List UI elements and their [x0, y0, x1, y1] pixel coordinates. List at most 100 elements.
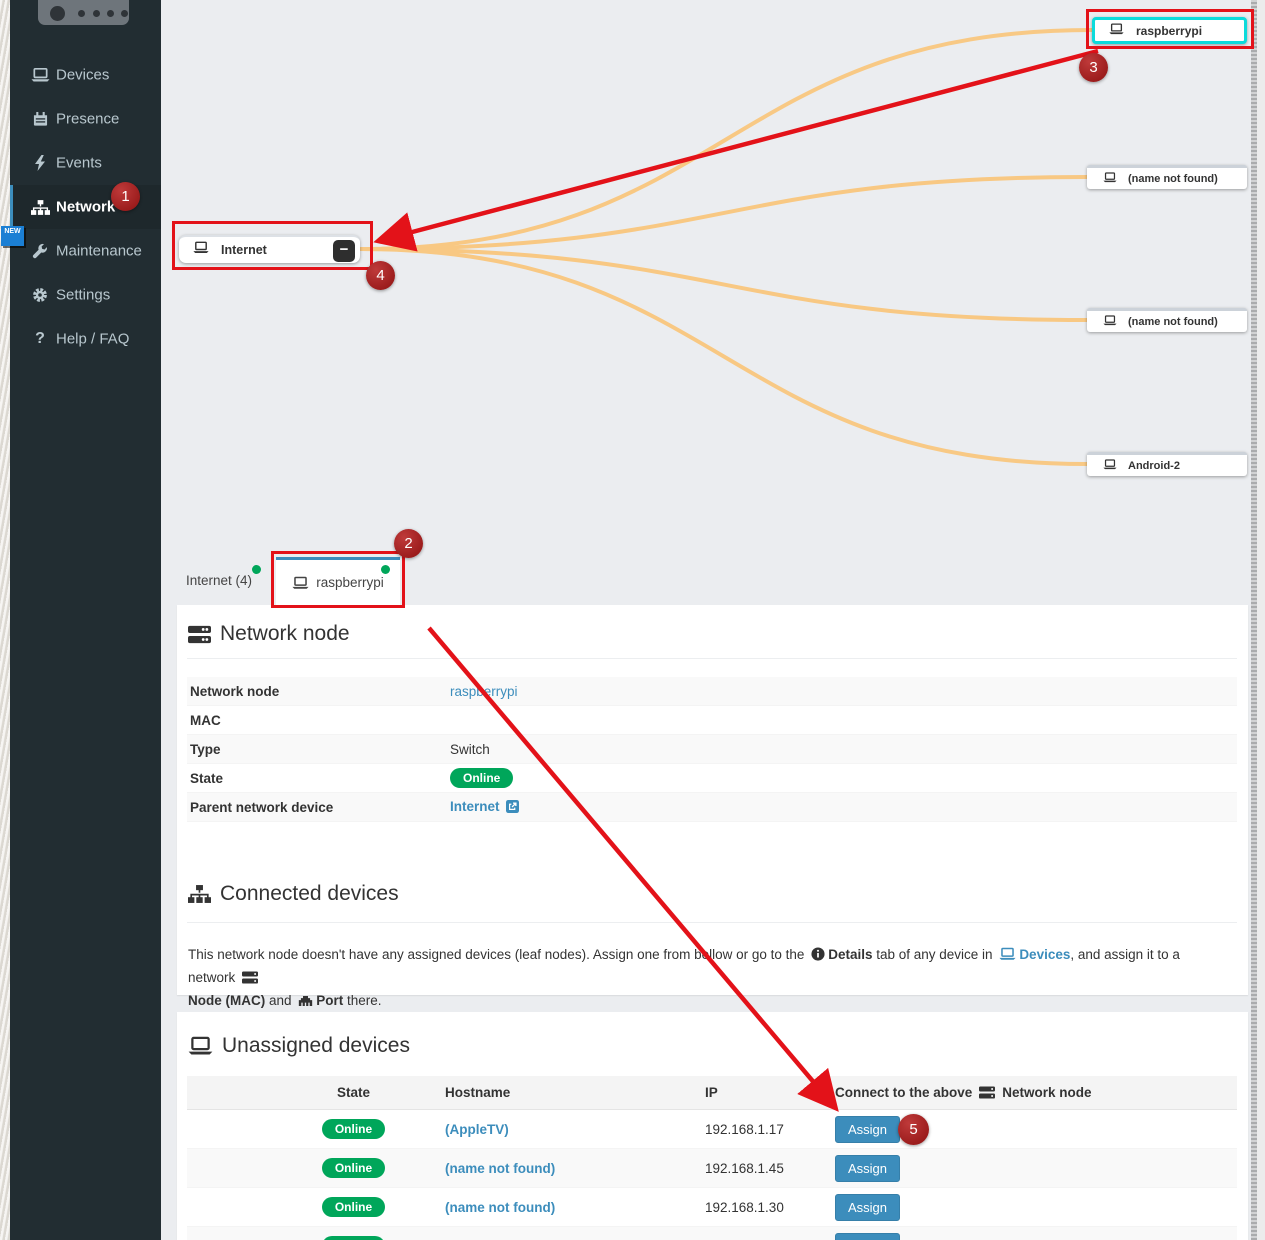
unassigned-devices-heading: Unassigned devices	[188, 1034, 410, 1058]
section-title: Network node	[220, 622, 350, 646]
logo-dot	[107, 10, 114, 17]
laptop-icon	[1103, 170, 1117, 188]
section-title: Connected devices	[220, 882, 399, 906]
logo-dot	[121, 10, 128, 17]
laptop-icon	[188, 1036, 213, 1056]
sidebar-item-maintenance[interactable]: Maintenance	[10, 229, 161, 273]
laptop-icon	[999, 946, 1016, 967]
sidebar-item-help[interactable]: ? Help / FAQ	[10, 317, 161, 361]
new-feature-badge: NEW	[1, 226, 24, 246]
detail-row: State Online	[187, 764, 1237, 793]
laptop-icon	[1103, 313, 1117, 331]
connected-devices-heading: Connected devices	[188, 882, 399, 906]
status-badge: Online	[322, 1197, 385, 1217]
sidebar-item-label: Settings	[56, 287, 110, 304]
no-assigned-devices-text: This network node doesn't have any assig…	[188, 944, 1218, 1013]
sidebar-item-label: Devices	[56, 67, 109, 84]
hostname-link[interactable]: (AppleTV)	[445, 1122, 509, 1137]
external-link-icon[interactable]	[506, 800, 519, 816]
detail-label: Network node	[187, 684, 450, 699]
online-dot	[252, 565, 261, 574]
table-row: Online (name not found) 192.168.1.57 Ass…	[187, 1227, 1237, 1240]
ethernet-port-icon	[298, 992, 313, 1013]
divider	[187, 658, 1237, 659]
col-connect: Connect to the above Network node	[835, 1085, 1237, 1100]
wrench-icon	[30, 242, 50, 260]
status-badge: Online	[322, 1119, 385, 1139]
node-raspberrypi[interactable]: raspberrypi	[1092, 17, 1247, 44]
node-label: Internet	[221, 243, 267, 257]
laptop-icon	[1109, 22, 1124, 40]
node-name-not-found-2[interactable]: (name not found)	[1087, 308, 1247, 332]
assign-button[interactable]: Assign	[835, 1155, 900, 1182]
tab-label: raspberrypi	[316, 575, 384, 590]
network-node-heading: Network node	[188, 622, 350, 646]
server-icon	[979, 1086, 995, 1099]
sidebar-item-presence[interactable]: Presence	[10, 97, 161, 141]
laptop-icon	[292, 576, 309, 590]
detail-label: Parent network device	[187, 800, 450, 815]
node-label: raspberrypi	[1136, 24, 1202, 38]
table-header: State Hostname IP Connect to the above N…	[187, 1076, 1237, 1110]
network-node-panel: Network node Network node raspberrypi MA…	[177, 605, 1248, 995]
status-badge: Online	[322, 1158, 385, 1178]
sidebar-item-devices[interactable]: Devices	[10, 53, 161, 97]
annotation-step-3: 3	[1079, 53, 1108, 82]
node-mac-label: Node (MAC)	[188, 993, 265, 1008]
detail-label: MAC	[187, 713, 450, 728]
detail-label: Type	[187, 742, 450, 757]
col-state: State	[187, 1085, 445, 1100]
detail-value: Switch	[450, 742, 1237, 757]
node-android-2[interactable]: Android-2	[1087, 452, 1247, 476]
sidebar-item-events[interactable]: Events	[10, 141, 161, 185]
node-link[interactable]: raspberrypi	[450, 684, 518, 699]
assign-button[interactable]: Assign	[835, 1233, 900, 1240]
devices-link[interactable]: Devices	[1019, 947, 1070, 962]
text: tab of any device in	[872, 947, 996, 962]
node-internet[interactable]: Internet −	[179, 235, 360, 263]
node-label: (name not found)	[1128, 173, 1218, 185]
text: there.	[343, 993, 381, 1008]
sitemap-icon	[30, 198, 50, 216]
col-ip: IP	[705, 1085, 835, 1100]
tab-internet[interactable]: Internet (4)	[186, 573, 252, 588]
ip-value: 192.168.1.30	[705, 1200, 835, 1215]
text: This network node doesn't have any assig…	[188, 947, 808, 962]
detail-row: Network node raspberrypi	[187, 677, 1237, 706]
parent-node-link[interactable]: Internet	[450, 799, 500, 814]
detail-row: Type Switch	[187, 735, 1237, 764]
section-title: Unassigned devices	[222, 1034, 410, 1058]
table-row: Online (AppleTV) 192.168.1.17 Assign	[187, 1110, 1237, 1149]
details-label: Details	[828, 947, 872, 962]
sidebar-item-label: Help / FAQ	[56, 331, 129, 348]
assign-button[interactable]: Assign	[835, 1194, 900, 1221]
hostname-link[interactable]: (name not found)	[445, 1200, 555, 1215]
logo-dot	[50, 6, 65, 21]
info-circle-icon	[811, 946, 825, 967]
tab-raspberrypi[interactable]: raspberrypi	[276, 557, 400, 605]
assign-button[interactable]: Assign	[835, 1116, 900, 1143]
calendar-icon	[30, 110, 50, 128]
unassigned-devices-panel: Unassigned devices State Hostname IP Con…	[177, 1012, 1248, 1240]
window-right-margin	[1257, 0, 1265, 1240]
node-name-not-found-1[interactable]: (name not found)	[1087, 165, 1247, 189]
status-badge: Online	[450, 768, 513, 788]
ip-value: 192.168.1.17	[705, 1122, 835, 1137]
sidebar-item-label: Maintenance	[56, 243, 142, 260]
logo-dot	[93, 10, 100, 17]
status-badge: Online	[322, 1236, 385, 1240]
sitemap-icon	[188, 885, 211, 903]
app-logo	[38, 0, 129, 25]
annotation-step-4: 4	[366, 261, 395, 290]
ip-value: 192.168.1.45	[705, 1161, 835, 1176]
logo-dot	[78, 10, 85, 17]
sidebar-item-settings[interactable]: Settings	[10, 273, 161, 317]
online-dot	[381, 565, 390, 574]
hostname-link[interactable]: (name not found)	[445, 1161, 555, 1176]
gear-icon	[30, 286, 50, 304]
collapse-node-button[interactable]: −	[333, 240, 355, 262]
server-icon	[242, 969, 258, 990]
table-row: Online (name not found) 192.168.1.45 Ass…	[187, 1149, 1237, 1188]
sidebar-item-network[interactable]: Network	[10, 185, 161, 229]
text: and	[265, 993, 295, 1008]
